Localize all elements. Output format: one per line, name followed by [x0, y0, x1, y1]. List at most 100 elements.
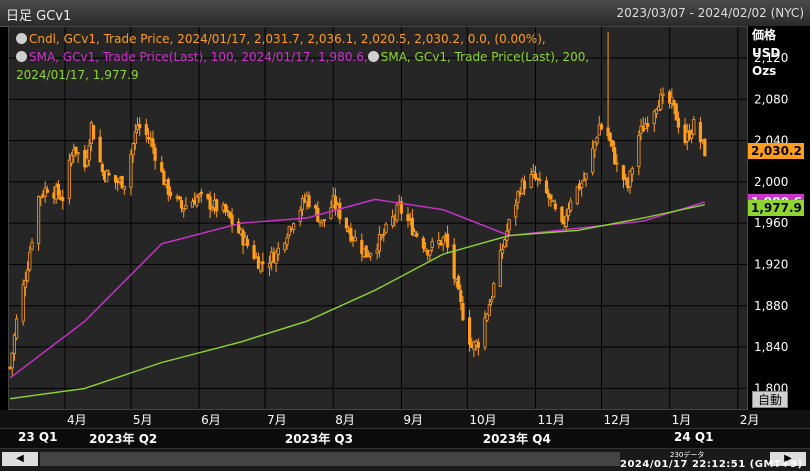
candle-body — [595, 137, 599, 144]
candle-body — [107, 172, 111, 176]
candle-body — [498, 250, 502, 287]
candle-body — [307, 195, 311, 208]
candle-body — [452, 244, 456, 279]
candle-body — [415, 232, 419, 237]
candle-body — [560, 206, 564, 223]
candle-body — [599, 124, 604, 130]
month-label: 9月 — [403, 413, 424, 427]
series-toggle-icon[interactable] — [16, 33, 27, 44]
candle-body — [382, 233, 386, 236]
candle-body — [267, 262, 272, 268]
scroll-thumb[interactable] — [40, 452, 620, 466]
candle-body — [459, 290, 463, 303]
candle-body — [533, 173, 538, 180]
quarter-label: 2023年 Q4 — [482, 432, 551, 446]
candle-body — [56, 183, 60, 196]
candle-body — [338, 202, 342, 220]
candle-body — [45, 189, 49, 193]
series-toggle-icon[interactable] — [367, 51, 379, 62]
candle-body — [564, 215, 568, 227]
auto-scale-button[interactable]: 自動 — [752, 391, 788, 408]
candle-body — [61, 197, 65, 202]
quarter-label: 2023年 Q3 — [284, 432, 353, 446]
candle-body — [98, 136, 102, 163]
candle-body — [298, 209, 302, 223]
units-weight: Ozs — [752, 64, 777, 78]
candle-body — [314, 205, 318, 209]
candle-body — [580, 182, 584, 188]
legend-sma200-cont: 2024/01/17, 1,977.9 — [16, 68, 139, 82]
candle-body — [25, 269, 30, 282]
candle-body — [456, 276, 461, 290]
candle-body — [131, 143, 135, 156]
sma200-tag: 1,977.9 — [748, 199, 804, 216]
legend-sma-row: SMA, GCv1, Trade Price(Last), 100, 2024/… — [16, 48, 636, 66]
candle-body — [261, 261, 265, 265]
candle-body — [428, 249, 432, 256]
scroll-left-button[interactable]: ◀ — [2, 452, 38, 466]
candle-body — [445, 233, 450, 248]
candle-body — [122, 185, 126, 190]
candle-body — [23, 280, 27, 288]
quarter-label: 2023年 Q2 — [89, 432, 158, 446]
candle-body — [553, 203, 557, 210]
candle-body — [441, 237, 445, 245]
candle-body — [160, 162, 164, 172]
month-label: 1月 — [671, 413, 692, 427]
candle-body — [569, 200, 573, 211]
legend-candle: Cndl, GCv1, Trade Price, 2024/01/17, 2,0… — [16, 30, 636, 48]
candle-body — [144, 124, 148, 136]
candle-body — [692, 119, 696, 135]
candle-body — [613, 147, 617, 165]
candle-body — [292, 223, 296, 231]
candle-body — [76, 152, 80, 155]
candle-body — [584, 173, 588, 180]
last-price-tag: 2,030.2 — [748, 142, 804, 159]
candle-body — [489, 298, 494, 303]
y-tick-label: 1,840 — [754, 340, 788, 354]
series-toggle-icon[interactable] — [16, 51, 27, 62]
candle-body — [353, 237, 357, 242]
legend-sma200-text: SMA, GCv1, Trade Price(Last), 200, — [380, 50, 590, 64]
month-label: 5月 — [132, 413, 153, 427]
candle-body — [608, 132, 612, 142]
candle-body — [10, 352, 14, 369]
candle-body — [476, 341, 480, 348]
candle-body — [39, 196, 43, 199]
candle-body — [87, 145, 91, 161]
candle-body — [659, 94, 663, 110]
candle-body — [369, 252, 373, 257]
candle-body — [329, 207, 333, 220]
candle-body — [529, 174, 533, 188]
y-tick-label: 1,920 — [754, 257, 788, 271]
candle-body — [285, 237, 289, 246]
candle-body — [379, 235, 384, 238]
month-label: 7月 — [267, 413, 287, 427]
legend-sma100-text: SMA, GCv1, Trade Price(Last), 100, 2024/… — [29, 50, 368, 64]
candle-body — [514, 204, 518, 218]
candle-body — [36, 196, 41, 244]
candle-body — [615, 162, 619, 165]
candle-body — [105, 170, 109, 183]
candle-body — [661, 93, 665, 96]
candle-body — [421, 237, 425, 249]
candle-body — [215, 199, 219, 212]
candle-body — [344, 217, 349, 229]
candle-body — [591, 147, 595, 173]
candle-body — [492, 283, 496, 298]
legend: Cndl, GCv1, Trade Price, 2024/01/17, 2,0… — [16, 30, 636, 84]
axis-units: 価格 USD Ozs — [752, 26, 780, 80]
month-label: 12月 — [603, 413, 631, 427]
candle-body — [30, 241, 34, 250]
candle-body — [430, 241, 434, 248]
candle-body — [21, 284, 25, 322]
candle-body — [100, 164, 104, 173]
candle-body — [14, 318, 19, 339]
candle-body — [364, 245, 368, 258]
candle-body — [575, 186, 579, 204]
month-label: 11月 — [537, 413, 565, 427]
candle-body — [67, 159, 71, 199]
candle-body — [287, 226, 291, 236]
sma-line — [9, 204, 705, 400]
candle-body — [674, 103, 678, 121]
